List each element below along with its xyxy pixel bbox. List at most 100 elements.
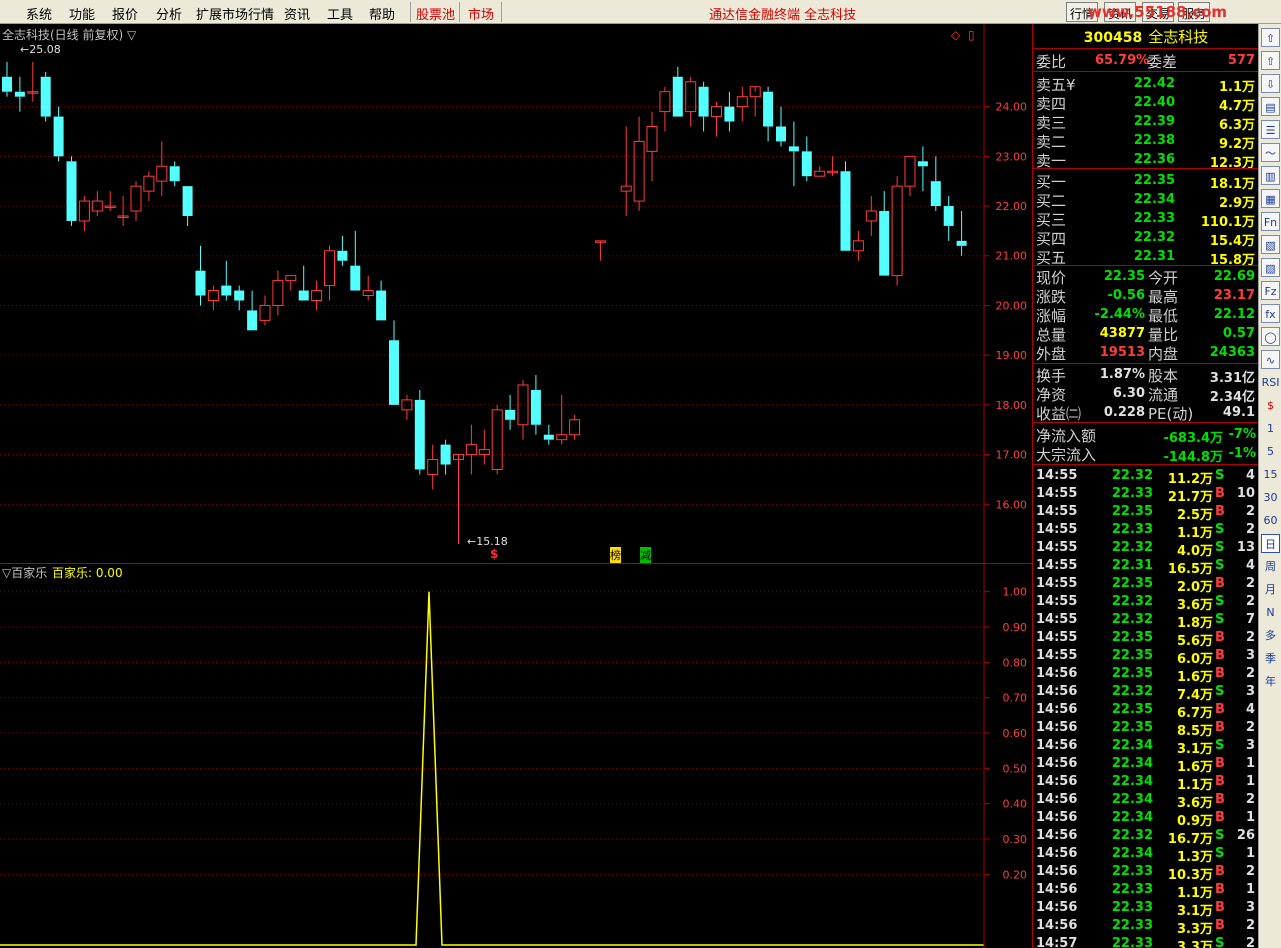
- candle[interactable]: [465, 424, 477, 475]
- stat-row[interactable]: 涨幅 -2.44% 最低 22.12: [1033, 305, 1259, 325]
- tick-row[interactable]: 14:55 22.32 1.8万 S 7: [1033, 611, 1259, 631]
- candle[interactable]: [259, 295, 271, 326]
- candle[interactable]: [337, 235, 348, 266]
- candle[interactable]: [904, 155, 916, 197]
- menu-quote[interactable]: 报价: [112, 4, 138, 23]
- fin-icon[interactable]: Fn: [1261, 212, 1280, 231]
- bid-row[interactable]: 买三 22.33 110.1万: [1033, 209, 1259, 230]
- tick-row[interactable]: 14:56 22.34 1.3万 S 1: [1033, 845, 1259, 865]
- candle[interactable]: [389, 320, 399, 405]
- candle[interactable]: [78, 196, 90, 231]
- candle[interactable]: [711, 101, 722, 137]
- menu-tools[interactable]: 工具: [327, 4, 353, 23]
- tick-row[interactable]: 14:56 22.34 3.1万 S 3: [1033, 737, 1259, 757]
- candle[interactable]: [776, 106, 786, 147]
- toolbar-period-1[interactable]: $: [1261, 396, 1280, 415]
- candle[interactable]: [956, 211, 967, 256]
- tick-row[interactable]: 14:56 22.32 16.7万 S 26: [1033, 827, 1259, 847]
- candle[interactable]: [117, 196, 129, 226]
- candle[interactable]: [943, 196, 954, 241]
- tick-row[interactable]: 14:56 22.34 0.9万 B 1: [1033, 809, 1259, 829]
- menu-extended-market[interactable]: 扩展市场行情: [196, 4, 274, 23]
- toolbar-period-2[interactable]: 1: [1261, 419, 1280, 438]
- candle[interactable]: [505, 394, 516, 430]
- candle[interactable]: [788, 121, 799, 187]
- stat-row[interactable]: 现价 22.35 今开 22.69: [1033, 267, 1259, 287]
- toolbar-period-11[interactable]: 多: [1261, 626, 1280, 645]
- tick-row[interactable]: 14:57 22.33 3.3万 S 2: [1033, 935, 1259, 948]
- menu-analysis[interactable]: 分析: [156, 4, 182, 23]
- candle[interactable]: [440, 439, 451, 475]
- candle[interactable]: [478, 429, 490, 465]
- candle[interactable]: [350, 230, 361, 291]
- bid-row[interactable]: 买二 22.34 2.9万: [1033, 190, 1259, 211]
- diamond-icon[interactable]: ◇: [951, 28, 961, 42]
- candle[interactable]: [556, 394, 568, 445]
- menu-help[interactable]: 帮助: [369, 4, 395, 23]
- candle[interactable]: [840, 161, 851, 251]
- candle[interactable]: [401, 394, 413, 420]
- menu-news[interactable]: 资讯: [284, 4, 310, 23]
- tick-row[interactable]: 14:55 22.35 2.0万 B 2: [1033, 575, 1259, 595]
- candle[interactable]: [852, 230, 864, 261]
- menu-function[interactable]: 功能: [69, 4, 95, 23]
- candle[interactable]: [827, 156, 839, 177]
- candle[interactable]: [195, 245, 206, 306]
- stat-row[interactable]: 涨跌 -0.56 最高 23.17: [1033, 286, 1259, 306]
- candle[interactable]: [879, 191, 890, 276]
- stock-pool-button[interactable]: 股票池: [416, 4, 455, 23]
- candle[interactable]: [207, 285, 219, 311]
- stat-row[interactable]: 收益㈡ 0.228 PE(动) 49.1: [1033, 403, 1259, 423]
- candle[interactable]: [182, 186, 193, 226]
- candle[interactable]: [234, 285, 245, 311]
- ask-row[interactable]: 卖三 22.39 6.3万: [1033, 112, 1259, 133]
- tick-row[interactable]: 14:55 22.31 16.5万 S 4: [1033, 557, 1259, 577]
- book-icon[interactable]: ▦: [1261, 189, 1280, 208]
- wave-icon[interactable]: ∿: [1261, 350, 1280, 369]
- fx-icon[interactable]: fx: [1261, 304, 1280, 323]
- up-icon[interactable]: ⇧: [1261, 28, 1280, 47]
- candle[interactable]: [569, 414, 581, 440]
- ask-row[interactable]: 卖四 22.40 4.7万: [1033, 93, 1259, 114]
- stat-row[interactable]: 净资 6.30 流通 2.34亿: [1033, 384, 1259, 405]
- tick-row[interactable]: 14:55 22.32 3.6万 S 2: [1033, 593, 1259, 613]
- tick-row[interactable]: 14:56 22.32 7.4万 S 3: [1033, 683, 1259, 703]
- up-icon[interactable]: ⇧: [1261, 51, 1280, 70]
- tick-row[interactable]: 14:56 22.35 6.7万 B 4: [1033, 701, 1259, 721]
- candle[interactable]: [633, 116, 645, 212]
- ask-row[interactable]: 卖一 22.36 12.3万: [1033, 150, 1259, 171]
- tick-row[interactable]: 14:56 22.33 3.3万 B 2: [1033, 917, 1259, 937]
- tick-row[interactable]: 14:55 22.32 11.2万 S 4: [1033, 467, 1259, 487]
- toolbar-period-13[interactable]: 年: [1261, 672, 1280, 691]
- candle[interactable]: [814, 166, 826, 177]
- down-icon[interactable]: ⇩: [1261, 74, 1280, 93]
- candle[interactable]: [169, 161, 180, 187]
- candle[interactable]: [685, 76, 697, 127]
- tick-row[interactable]: 14:55 22.35 2.5万 B 2: [1033, 503, 1259, 523]
- tick-row[interactable]: 14:56 22.35 1.6万 B 2: [1033, 665, 1259, 685]
- candle[interactable]: [298, 265, 309, 301]
- tick-row[interactable]: 14:56 22.33 1.1万 B 1: [1033, 881, 1259, 901]
- bid-row[interactable]: 买一 22.35 18.1万: [1033, 171, 1259, 192]
- candle[interactable]: [362, 275, 374, 301]
- bid-row[interactable]: 买五 22.31 15.8万: [1033, 247, 1259, 268]
- candle[interactable]: [27, 61, 39, 102]
- candle[interactable]: [594, 240, 606, 261]
- event-mark-rank[interactable]: 榜: [610, 547, 621, 563]
- circle-icon[interactable]: ◯: [1261, 327, 1280, 346]
- candle[interactable]: [156, 141, 168, 197]
- candle[interactable]: [530, 375, 541, 435]
- page-icon[interactable]: ▨: [1261, 258, 1280, 277]
- toolbar-period-0[interactable]: RSI: [1261, 373, 1280, 392]
- candle[interactable]: [285, 275, 297, 291]
- event-mark-dollar[interactable]: $: [490, 547, 498, 561]
- candle[interactable]: [324, 245, 335, 301]
- tick-row[interactable]: 14:56 22.34 1.1万 B 1: [1033, 773, 1259, 793]
- tick-row[interactable]: 14:55 22.35 5.6万 B 2: [1033, 629, 1259, 649]
- candle[interactable]: [659, 86, 671, 132]
- doc-icon[interactable]: ▧: [1261, 235, 1280, 254]
- candle[interactable]: [543, 424, 554, 445]
- stat-row[interactable]: 外盘 19513 内盘 24363: [1033, 343, 1259, 363]
- toolbar-period-8[interactable]: 周: [1261, 557, 1280, 576]
- stat-row[interactable]: 换手 1.87% 股本 3.31亿: [1033, 365, 1259, 386]
